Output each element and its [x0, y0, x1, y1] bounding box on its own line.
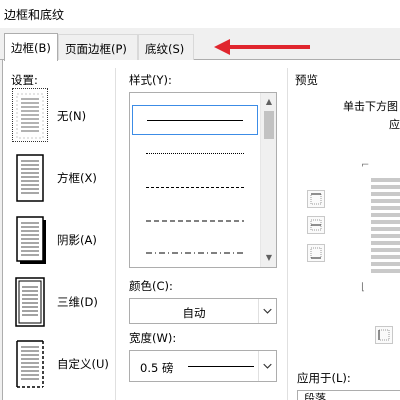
window-title: 边框和底纹 [4, 8, 65, 22]
line-style-sample [146, 220, 244, 222]
setting-shadow[interactable]: 阴影(A) [11, 214, 111, 266]
setting-shadow-label: 阴影(A) [57, 233, 97, 247]
border-3d-icon [15, 277, 45, 327]
border-shadow-icon [16, 216, 46, 264]
setting-custom-label: 自定义(U) [57, 357, 109, 371]
width-line-sample [188, 366, 254, 367]
column-divider [287, 68, 288, 400]
border-box-icon [16, 154, 44, 202]
chevron-down-icon[interactable] [258, 299, 276, 323]
line-style-dotted[interactable] [132, 139, 258, 169]
tab-page-borders: 设置: 样式(Y): 预览 无(N) 方框(X) 阴影(A) 三维(D) 自定义… [2, 60, 400, 400]
apply-to-value: 段落 [304, 392, 326, 400]
scroll-up-icon[interactable]: ▲ [264, 97, 274, 107]
preview-hint: 单击下方图 [343, 100, 398, 113]
scroll-down-icon[interactable]: ▼ [264, 253, 274, 263]
setting-custom[interactable]: 自定义(U) [11, 338, 111, 390]
middle-border-toggle-icon[interactable] [307, 216, 325, 234]
settings-label: 设置: [11, 73, 38, 87]
setting-none-label: 无(N) [57, 109, 87, 123]
tab-borders[interactable]: 边框(B) [4, 33, 58, 61]
setting-box[interactable]: 方框(X) [11, 152, 111, 204]
bottom-border-toggle-icon[interactable] [307, 244, 325, 262]
preview-corner-mark: ⌊ [361, 282, 365, 293]
top-border-toggle-icon[interactable] [307, 190, 325, 208]
tab-shading[interactable]: 底纹(S) [138, 34, 194, 60]
color-label: 颜色(C): [129, 279, 173, 293]
tab-strip: 边框(B) 页面边框(P) 底纹(S) [0, 33, 400, 61]
width-label: 宽度(W): [129, 331, 177, 345]
column-divider [115, 68, 116, 400]
width-dropdown[interactable]: 0.5 磅 [129, 350, 277, 382]
line-style-solid[interactable] [132, 105, 258, 135]
apply-to-label: 应用于(L): [297, 371, 351, 385]
apply-to-dropdown[interactable]: 段落 [297, 390, 400, 400]
red-arrow-annotation [214, 39, 310, 55]
width-dropdown-value: 0.5 磅 [140, 361, 174, 375]
line-style-dashed[interactable] [132, 207, 258, 237]
line-style-sample [146, 153, 244, 154]
setting-3d[interactable]: 三维(D) [11, 276, 111, 328]
line-style-sample [146, 187, 244, 188]
line-style-sample [146, 252, 244, 254]
chevron-down-icon[interactable] [258, 351, 276, 381]
line-style-sample [147, 120, 243, 121]
color-dropdown[interactable]: 自动 [129, 298, 277, 324]
preview-sample-text-lines [371, 178, 400, 288]
setting-3d-label: 三维(D) [57, 295, 98, 309]
preview-hint: 应 [389, 118, 400, 131]
style-label: 样式(Y): [129, 73, 172, 87]
left-border-toggle-icon[interactable] [375, 326, 393, 344]
color-dropdown-value: 自动 [182, 306, 206, 320]
style-list-scrollbar[interactable]: ▲ ▼ [260, 93, 276, 267]
preview-corner-mark: ⌐ [361, 160, 370, 171]
scrollbar-thumb[interactable] [264, 111, 274, 139]
tab-page-border[interactable]: 页面边框(P) [58, 34, 138, 60]
border-none-icon [16, 93, 44, 139]
setting-none[interactable]: 无(N) [11, 88, 111, 142]
border-custom-icon [16, 340, 44, 388]
preview-label: 预览 [295, 73, 318, 87]
line-style-list[interactable]: ▲ ▼ [129, 92, 277, 268]
title-bar: 边框和底纹 [0, 0, 400, 28]
setting-box-label: 方框(X) [57, 171, 97, 185]
line-style-dash-dot[interactable] [132, 239, 258, 267]
line-style-dashed-short[interactable] [132, 173, 258, 203]
